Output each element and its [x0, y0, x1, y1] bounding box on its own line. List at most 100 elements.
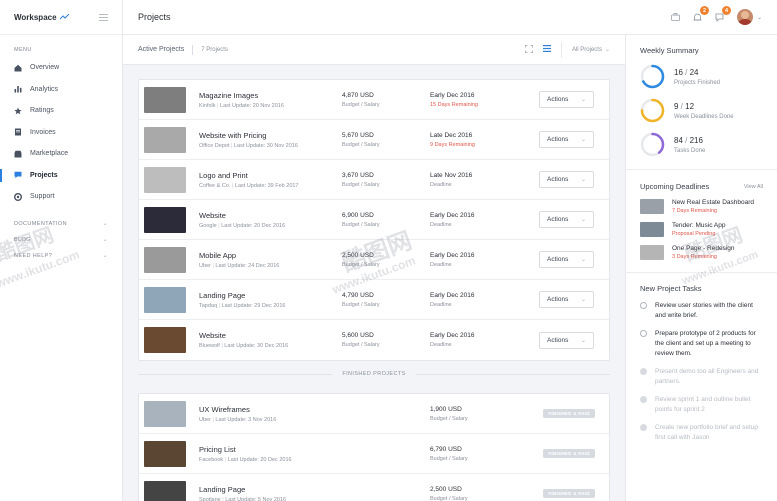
actions-dropdown-button[interactable]: Actions ⌄ — [539, 331, 594, 349]
project-client: Google — [199, 222, 217, 229]
project-name[interactable]: Website — [199, 211, 342, 220]
deadline-status: Deadline — [430, 261, 452, 268]
user-avatar[interactable] — [736, 9, 753, 25]
budget-label: Budget / Salary — [342, 221, 380, 228]
project-update: Last Update: 39 Feb 2017 — [234, 182, 299, 189]
project-name[interactable]: Mobile App — [199, 251, 342, 260]
star-icon — [14, 107, 22, 115]
project-name[interactable]: Magazine Images — [199, 91, 342, 100]
project-name[interactable]: Website with Pricing — [199, 131, 342, 140]
task-checkbox[interactable] — [640, 396, 647, 403]
project-name[interactable]: Logo and Print — [199, 171, 342, 180]
task-checkbox[interactable] — [640, 424, 647, 431]
finished-project-row[interactable]: Pricing List Facebook | Last Update: 20 D… — [139, 434, 609, 474]
deadline-status: Proposal Pending — [672, 231, 716, 237]
project-update: Last Update: 24 Dec 2016 — [215, 262, 280, 269]
projects-count: 7 Projects — [201, 46, 228, 53]
brand-logo[interactable]: Workspace — [14, 13, 69, 22]
project-name[interactable]: Landing Page — [199, 291, 342, 300]
divider — [626, 169, 777, 170]
summary-total: 12 — [685, 101, 695, 111]
project-row[interactable]: Landing Page Tapdaq | Last Update: 29 Dec… — [139, 280, 609, 320]
project-row[interactable]: Website Bluewolf | Last Update: 30 Dec 20… — [139, 320, 609, 360]
project-name[interactable]: Landing Page — [199, 485, 430, 494]
deadline-item[interactable]: Tender: Music App Proposal Pending — [640, 222, 763, 237]
project-row[interactable]: Website Google | Last Update: 20 Dec 2016… — [139, 200, 609, 240]
lifebuoy-icon — [14, 192, 22, 201]
bar-chart-icon — [14, 85, 22, 93]
chevron-down-icon: ⌄ — [580, 217, 586, 223]
sidebar-item-overview[interactable]: Overview — [0, 57, 122, 79]
messages-icon[interactable]: 4 — [715, 6, 731, 22]
need-help-section[interactable]: NEED HELP? ⌄ — [0, 248, 122, 264]
project-name[interactable]: Website — [199, 331, 342, 340]
deadline-status: Deadline — [430, 181, 452, 188]
sidebar-nav: Overview Analytics Ratings Invoices Marketpl… — [0, 57, 122, 208]
budget-label: Budget / Salary — [342, 261, 380, 268]
project-budget: 4,870 USD — [342, 91, 374, 99]
project-thumbnail — [144, 246, 186, 273]
progress-ring — [640, 64, 665, 89]
actions-dropdown-button[interactable]: Actions ⌄ — [539, 171, 594, 188]
project-name[interactable]: UX Wireframes — [199, 405, 430, 414]
briefcase-icon[interactable] — [671, 12, 681, 22]
actions-dropdown-button[interactable]: Actions ⌄ — [539, 211, 594, 228]
sidebar-item-ratings[interactable]: Ratings — [0, 100, 122, 122]
chevron-down-icon: ⌄ — [580, 297, 586, 303]
project-deadline: Late Nov 2016 — [430, 171, 473, 179]
project-row[interactable]: Logo and Print Coffee & Co. | Last Update… — [139, 160, 609, 200]
deadline-item[interactable]: New Real Estate Dashboard 7 Days Remainin… — [640, 199, 763, 214]
project-thumbnail — [144, 166, 186, 193]
task-checkbox[interactable] — [640, 368, 647, 375]
list-view-icon[interactable] — [542, 45, 551, 54]
right-panel: Weekly Summary 16 / 24 Projects Finished 9… — [625, 35, 777, 501]
project-deadline: Late Dec 2016 — [430, 131, 473, 139]
grid-view-icon[interactable] — [525, 44, 533, 55]
chat-icon — [14, 171, 22, 179]
task-checkbox[interactable] — [640, 330, 647, 337]
project-row[interactable]: Mobile App Uber | Last Update: 24 Dec 201… — [139, 240, 609, 280]
sidebar-item-analytics[interactable]: Analytics — [0, 79, 122, 101]
project-budget: 5,670 USD — [342, 131, 374, 139]
sidebar-item-marketplace[interactable]: Marketplace — [0, 143, 122, 165]
project-meta: Coffee & Co. | Last Update: 39 Feb 2017 — [199, 182, 299, 189]
summary-value: 9 / 12 — [674, 102, 734, 111]
deadline-status: Deadline — [430, 301, 452, 308]
sidebar-item-label: Projects — [30, 171, 58, 179]
blog-section[interactable]: BLOG ⌄ — [0, 232, 122, 248]
project-name[interactable]: Pricing List — [199, 445, 430, 454]
project-row[interactable]: Magazine Images Kinfolk | Last Update: 20… — [139, 80, 609, 120]
summary-item: 9 / 12 Week Deadlines Done — [640, 98, 763, 123]
sidebar-item-support[interactable]: Support — [0, 186, 122, 208]
projects-filter-dropdown[interactable]: All Projects ⌄ — [560, 41, 610, 58]
chevron-down-icon: ⌄ — [580, 177, 586, 183]
hamburger-menu-icon[interactable] — [99, 13, 108, 21]
top-header: Projects 2 4 ⌄ — [123, 0, 777, 35]
project-row[interactable]: Website with Pricing Office Depot | Last … — [139, 120, 609, 160]
deadline-item[interactable]: One Page - Redesign 3 Days Remaining — [640, 245, 763, 260]
chevron-down-icon[interactable]: ⌄ — [757, 14, 762, 21]
finished-project-row[interactable]: UX Wireframes Uber | Last Update: 3 Nov 2… — [139, 394, 609, 434]
actions-dropdown-button[interactable]: Actions ⌄ — [539, 251, 594, 268]
task-checkbox[interactable] — [640, 302, 647, 309]
finished-project-row[interactable]: Landing Page Spotlane | Last Update: 5 No… — [139, 474, 609, 501]
documentation-section[interactable]: DOCUMENTATION ⌄ — [0, 216, 122, 232]
actions-dropdown-button[interactable]: Actions ⌄ — [539, 291, 594, 308]
sidebar-item-invoices[interactable]: Invoices — [0, 122, 122, 144]
documentation-label: DOCUMENTATION — [14, 220, 67, 227]
project-update: Last Update: 30 Dec 2016 — [224, 343, 289, 349]
brand-bar: Workspace — [0, 0, 122, 35]
deadline-thumbnail — [640, 222, 664, 237]
project-client: Office Depot — [199, 142, 230, 149]
project-budget: 3,670 USD — [342, 171, 374, 179]
actions-dropdown-button[interactable]: Actions ⌄ — [539, 91, 594, 108]
project-budget: 6,790 USD — [430, 445, 462, 453]
sidebar-item-projects[interactable]: Projects — [0, 165, 122, 187]
view-all-link[interactable]: View All — [744, 184, 763, 190]
summary-label: Tasks Done — [674, 147, 706, 154]
page-title: Projects — [138, 12, 171, 22]
upcoming-deadlines-title: Upcoming Deadlines — [640, 182, 710, 191]
notifications-bell-icon[interactable]: 2 — [693, 6, 709, 22]
project-deadline: Early Dec 2016 — [430, 332, 475, 339]
actions-dropdown-button[interactable]: Actions ⌄ — [539, 131, 594, 148]
